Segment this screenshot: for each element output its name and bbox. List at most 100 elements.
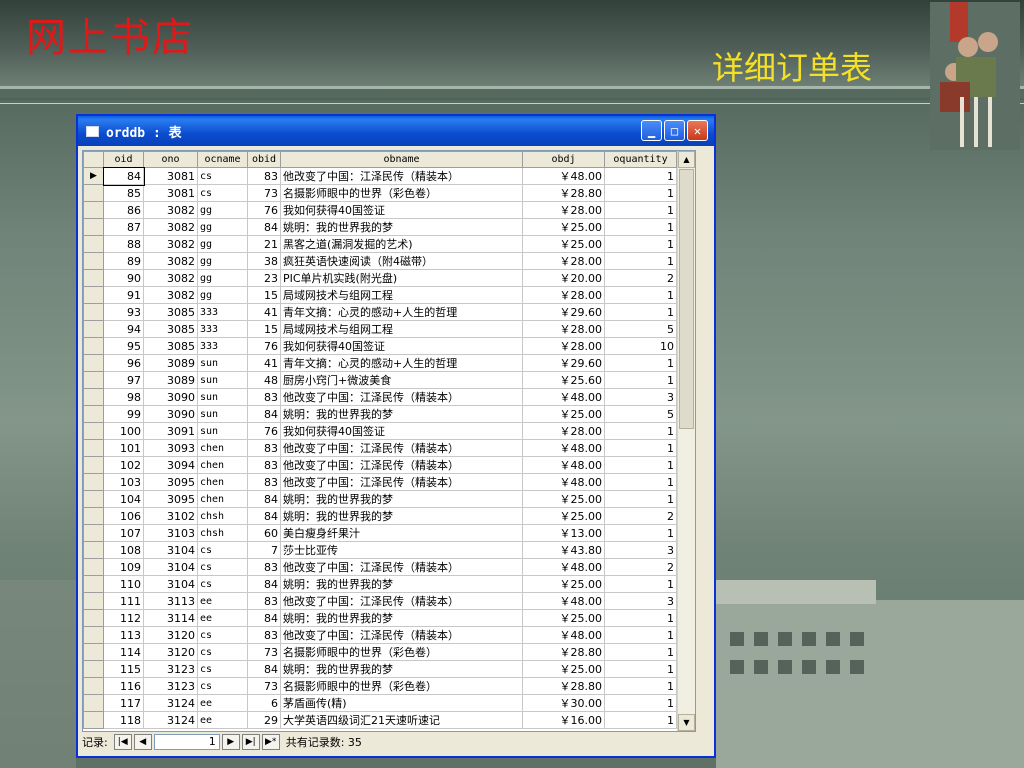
datasheet-grid[interactable]: oid ono ocname obid obname obdj oquantit…: [82, 150, 696, 732]
cell-obname[interactable]: 姚明：我的世界我的梦: [280, 405, 523, 423]
cell-obdj[interactable]: ￥28.00: [522, 422, 605, 440]
row-selector[interactable]: [83, 303, 104, 321]
new-record-button[interactable]: ▶*: [261, 734, 280, 750]
current-record-input[interactable]: 1: [153, 734, 220, 750]
cell-oquantity[interactable]: 1: [604, 167, 677, 185]
cell-obname[interactable]: 姚明：我的世界我的梦: [280, 490, 523, 508]
cell-obname[interactable]: 他改变了中国：江泽民传（精装本）: [280, 592, 523, 610]
row-selector-header[interactable]: [83, 151, 104, 168]
cell-oquantity[interactable]: 1: [604, 422, 677, 440]
cell-obdj[interactable]: ￥29.60: [522, 303, 605, 321]
cell-oquantity[interactable]: 3: [604, 541, 677, 559]
cell-obname[interactable]: 他改变了中国：江泽民传（精装本）: [280, 167, 523, 185]
cell-obid[interactable]: 83: [247, 456, 281, 474]
cell-ocname[interactable]: cs: [197, 643, 248, 661]
cell-ocname[interactable]: chen: [197, 439, 248, 457]
cell-obid[interactable]: 84: [247, 660, 281, 678]
cell-obid[interactable]: 73: [247, 677, 281, 695]
cell-ono[interactable]: 3089: [143, 371, 198, 389]
cell-obname[interactable]: 大学英语四级词汇21天速听速记: [280, 711, 523, 729]
row-selector[interactable]: ▶: [83, 167, 104, 185]
cell-obid[interactable]: 84: [247, 490, 281, 508]
cell-oquantity[interactable]: 1: [604, 711, 677, 729]
cell-ocname[interactable]: cs: [197, 626, 248, 644]
row-selector[interactable]: [83, 422, 104, 440]
table-row[interactable]: 116 3123 cs 73 名摄影师眼中的世界（彩色卷） ￥28.80 1: [83, 677, 677, 695]
cell-ocname[interactable]: chen: [197, 473, 248, 491]
cell-oid[interactable]: 99: [103, 405, 144, 423]
scroll-thumb[interactable]: [679, 169, 694, 429]
cell-ono[interactable]: 3103: [143, 524, 198, 542]
cell-ono[interactable]: 3085: [143, 303, 198, 321]
cell-ocname[interactable]: gg: [197, 286, 248, 304]
table-row[interactable]: 94 3085 333 15 局域网技术与组网工程 ￥28.00 5: [83, 320, 677, 338]
cell-oquantity[interactable]: 1: [604, 252, 677, 270]
cell-ono[interactable]: 3081: [143, 167, 198, 185]
cell-obid[interactable]: 38: [247, 252, 281, 270]
cell-obid[interactable]: 84: [247, 575, 281, 593]
cell-obid[interactable]: 84: [247, 507, 281, 525]
cell-obdj[interactable]: ￥48.00: [522, 456, 605, 474]
cell-ocname[interactable]: gg: [197, 201, 248, 219]
cell-obdj[interactable]: ￥28.00: [522, 252, 605, 270]
table-row[interactable]: 115 3123 cs 84 姚明：我的世界我的梦 ￥25.00 1: [83, 660, 677, 678]
cell-oquantity[interactable]: 1: [604, 184, 677, 202]
row-selector[interactable]: [83, 456, 104, 474]
cell-oid[interactable]: 104: [103, 490, 144, 508]
cell-obname[interactable]: 我如何获得40国签证: [280, 422, 523, 440]
cell-obid[interactable]: 41: [247, 354, 281, 372]
cell-obdj[interactable]: ￥48.00: [522, 167, 605, 185]
cell-obname[interactable]: PIC单片机实践(附光盘): [280, 269, 523, 287]
table-row[interactable]: 109 3104 cs 83 他改变了中国：江泽民传（精装本） ￥48.00 2: [83, 558, 677, 576]
cell-ocname[interactable]: cs: [197, 167, 248, 185]
cell-ono[interactable]: 3082: [143, 235, 198, 253]
table-row[interactable]: 108 3104 cs 7 莎士比亚传 ￥43.80 3: [83, 541, 677, 559]
cell-obdj[interactable]: ￥28.00: [522, 286, 605, 304]
cell-obname[interactable]: 莎士比亚传: [280, 541, 523, 559]
row-selector[interactable]: [83, 575, 104, 593]
cell-ono[interactable]: 3123: [143, 660, 198, 678]
row-selector[interactable]: [83, 711, 104, 729]
row-selector[interactable]: [83, 592, 104, 610]
close-button[interactable]: ✕: [687, 120, 708, 141]
cell-obdj[interactable]: ￥13.00: [522, 524, 605, 542]
cell-ono[interactable]: 3085: [143, 337, 198, 355]
cell-oquantity[interactable]: 2: [604, 507, 677, 525]
cell-ocname[interactable]: chsh: [197, 507, 248, 525]
row-selector[interactable]: [83, 541, 104, 559]
table-row[interactable]: 112 3114 ee 84 姚明：我的世界我的梦 ￥25.00 1: [83, 609, 677, 627]
cell-ocname[interactable]: sun: [197, 422, 248, 440]
cell-obname[interactable]: 黑客之道(漏洞发掘的艺术): [280, 235, 523, 253]
cell-obdj[interactable]: ￥25.60: [522, 371, 605, 389]
cell-oquantity[interactable]: 1: [604, 575, 677, 593]
cell-ono[interactable]: 3082: [143, 201, 198, 219]
last-record-button[interactable]: ▶|: [241, 734, 260, 750]
cell-ono[interactable]: 3095: [143, 490, 198, 508]
cell-obname[interactable]: 局域网技术与组网工程: [280, 320, 523, 338]
cell-ocname[interactable]: cs: [197, 660, 248, 678]
row-selector[interactable]: [83, 524, 104, 542]
cell-oid[interactable]: 113: [103, 626, 144, 644]
cell-obid[interactable]: 48: [247, 371, 281, 389]
cell-obid[interactable]: 83: [247, 167, 281, 185]
cell-obname[interactable]: 他改变了中国：江泽民传（精装本）: [280, 439, 523, 457]
cell-obdj[interactable]: ￥48.00: [522, 473, 605, 491]
previous-record-button[interactable]: ◀: [133, 734, 152, 750]
cell-ono[interactable]: 3085: [143, 320, 198, 338]
cell-ocname[interactable]: sun: [197, 371, 248, 389]
column-header-oquantity[interactable]: oquantity: [604, 151, 677, 168]
cell-obname[interactable]: 美白瘦身纤果汁: [280, 524, 523, 542]
cell-obdj[interactable]: ￥29.60: [522, 354, 605, 372]
cell-oid[interactable]: 95: [103, 337, 144, 355]
cell-ocname[interactable]: sun: [197, 388, 248, 406]
cell-ono[interactable]: 3123: [143, 677, 198, 695]
cell-obname[interactable]: 名摄影师眼中的世界（彩色卷）: [280, 677, 523, 695]
cell-ono[interactable]: 3095: [143, 473, 198, 491]
cell-ocname[interactable]: sun: [197, 354, 248, 372]
table-row[interactable]: 87 3082 gg 84 姚明：我的世界我的梦 ￥25.00 1: [83, 218, 677, 236]
cell-ono[interactable]: 3082: [143, 218, 198, 236]
cell-oquantity[interactable]: 1: [604, 643, 677, 661]
row-selector[interactable]: [83, 320, 104, 338]
cell-oid[interactable]: 108: [103, 541, 144, 559]
cell-obdj[interactable]: ￥25.00: [522, 490, 605, 508]
